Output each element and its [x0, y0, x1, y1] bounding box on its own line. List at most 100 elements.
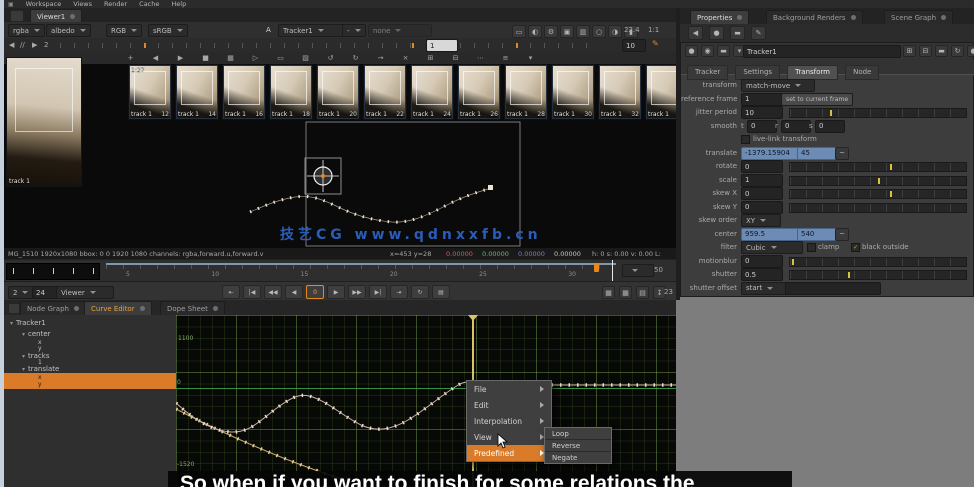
play-backward-fast-button[interactable]: ◀◀ — [264, 285, 282, 299]
wipe-mode-dropdown[interactable]: - — [342, 24, 366, 37]
transform-dropdown[interactable]: match-move — [741, 79, 815, 92]
viewer-tab[interactable]: Viewer1 — [30, 9, 82, 23]
next-keyframe-button[interactable]: ▶| — [369, 285, 387, 299]
zoom-level[interactable]: 22.4 — [624, 26, 640, 34]
clamp-checkbox[interactable] — [807, 243, 816, 252]
custom-shutter-offset-field[interactable] — [785, 282, 881, 295]
tracker-tool-icon[interactable]: ▭ — [276, 54, 285, 63]
animation-menu-button[interactable]: ~ — [835, 147, 849, 160]
viewer-tool-icon[interactable]: ⚙ — [544, 25, 558, 38]
tracker-tool-icon[interactable]: + — [126, 54, 135, 63]
keyframe-thumbnail[interactable]: track 1 14 — [175, 64, 219, 120]
tab-close-icon[interactable] — [737, 15, 742, 20]
livelink-checkbox[interactable] — [741, 135, 750, 144]
goto-end-button[interactable]: ⇥ — [390, 285, 408, 299]
playback-viewer-dropdown[interactable]: Viewer — [56, 286, 114, 299]
menu-item-predefined[interactable]: Predefined — [467, 445, 551, 461]
submenu-item-reverse[interactable]: Reverse — [545, 439, 611, 451]
tab-node-graph[interactable]: Node Graph — [20, 301, 86, 315]
viewer-tool-icon[interactable]: ▣ — [560, 25, 574, 38]
playback-mode-button[interactable]: ▤ — [432, 285, 450, 299]
filter-dropdown[interactable]: Cubic — [741, 241, 803, 254]
playhead-grab-icon[interactable] — [468, 315, 478, 321]
translate-x-field[interactable]: -1379.15904 — [741, 147, 801, 160]
panel-header-icon[interactable]: ◉ — [701, 45, 714, 57]
viewer-tool-icon[interactable]: ◐ — [528, 25, 542, 38]
tree-node-translate-y[interactable]: y — [38, 381, 42, 388]
viewer-option-icon[interactable]: ▦ — [602, 286, 615, 299]
tree-selection[interactable]: x y — [4, 373, 176, 389]
shutter-offset-dropdown[interactable]: start — [741, 282, 789, 295]
rotate-field[interactable]: 0 — [741, 160, 783, 173]
set-to-current-frame-button[interactable]: set to current frame — [781, 93, 853, 106]
panel-header-icon[interactable]: ▬ — [935, 45, 948, 57]
keyframe-thumbnail[interactable]: track 1 16 — [222, 64, 266, 120]
viewer-tool-icon[interactable]: ▭ — [512, 25, 526, 38]
properties-toolbar-icon[interactable]: ◀ — [688, 26, 703, 40]
tab-close-icon[interactable] — [74, 306, 79, 311]
layer-dropdown[interactable]: rgba — [8, 24, 45, 37]
smooth-r-field[interactable]: 0 — [781, 120, 811, 133]
timeline-playhead[interactable] — [612, 260, 613, 282]
tab-scene-graph[interactable]: Scene Graph — [884, 10, 953, 24]
submenu-item-negate[interactable]: Negate — [545, 451, 611, 463]
properties-toolbar-icon[interactable]: ▬ — [730, 26, 745, 40]
tracker-tool-icon[interactable]: ↺ — [326, 54, 335, 63]
scale-field[interactable]: 1 — [741, 174, 783, 187]
range-dropdown[interactable] — [622, 264, 654, 277]
menu-item-view[interactable]: View — [467, 429, 551, 445]
tracker-tool-icon[interactable]: ≡ — [501, 54, 510, 63]
roi-field[interactable]: 10 — [622, 39, 646, 52]
prev-key-button[interactable]: ◀ — [9, 41, 14, 49]
panel-header-icon[interactable]: ▬ — [717, 45, 730, 57]
animation-menu-button[interactable]: ~ — [835, 228, 849, 241]
panel-header-icon[interactable]: ● — [685, 45, 698, 57]
panel-header-icon[interactable]: ⊟ — [919, 45, 932, 57]
tab-close-icon[interactable] — [851, 15, 856, 20]
keyframe-marker[interactable] — [412, 43, 414, 48]
b-buffer-dropdown[interactable]: none — [368, 24, 432, 37]
tab-close-icon[interactable] — [941, 15, 946, 20]
tab-properties[interactable]: Properties — [690, 10, 749, 24]
tracker-tool-icon[interactable]: ▷ — [251, 54, 260, 63]
tab-close-icon[interactable] — [70, 14, 75, 19]
menu-item-edit[interactable]: Edit — [467, 397, 551, 413]
frame-increment-dropdown[interactable]: 2 — [8, 286, 33, 299]
keyframe-thumbnail[interactable]: track 1 30 — [551, 64, 595, 120]
viewer-tool-icon[interactable]: ◑ — [608, 25, 622, 38]
smooth-t-field[interactable]: 0 — [747, 120, 777, 133]
shutter-field[interactable]: 0.5 — [741, 268, 783, 281]
reference-frame-field[interactable]: 1 — [741, 93, 783, 106]
skew-x-field[interactable]: 0 — [741, 187, 783, 200]
tree-node-tracker1[interactable]: ▾Tracker1 — [10, 319, 46, 327]
black-outside-checkbox[interactable]: ✓ — [851, 243, 860, 252]
tracker-tool-icon[interactable]: ↻ — [351, 54, 360, 63]
menu-item-interpolation[interactable]: Interpolation — [467, 413, 551, 429]
keyframe-thumbnail[interactable]: track 1 26 — [457, 64, 501, 120]
pane-menu-icon[interactable] — [10, 10, 24, 22]
layer2-dropdown[interactable]: albedo — [46, 24, 91, 37]
tracker-tool-icon[interactable]: → — [376, 54, 385, 63]
skew-y-field[interactable]: 0 — [741, 201, 783, 214]
panel-header-icon[interactable]: ↻ — [951, 45, 964, 57]
skew-x-slider[interactable] — [789, 189, 967, 199]
tracker-tool-icon[interactable]: ▦ — [226, 54, 235, 63]
skew-y-slider[interactable] — [789, 203, 967, 213]
tab-node[interactable]: Node — [845, 65, 879, 80]
display-channels-dropdown[interactable]: RGB — [106, 24, 142, 37]
pane-menu-icon[interactable] — [8, 303, 20, 314]
menu-item[interactable]: Render — [104, 0, 127, 8]
tracker-tool-icon[interactable]: ▧ — [301, 54, 310, 63]
frame-range-box[interactable] — [6, 263, 100, 280]
timeline-ruler[interactable]: 51015202530 — [106, 263, 616, 280]
tree-node-translate-x[interactable]: x — [38, 374, 42, 381]
loop-mode-button[interactable]: ↻ — [411, 285, 429, 299]
keyframe-thumbnail[interactable]: track 1 22 — [363, 64, 407, 120]
keyframe-marker[interactable] — [516, 43, 518, 48]
tree-node-center-y[interactable]: y — [38, 345, 42, 352]
motionblur-field[interactable]: 0 — [741, 255, 783, 268]
tracker-tool-icon[interactable]: ▾ — [526, 54, 535, 63]
keyframe-thumbnail[interactable]: track 1 20 — [316, 64, 360, 120]
panel-header-icon[interactable]: ⊞ — [903, 45, 916, 57]
keyframe-tickstrip[interactable] — [60, 43, 420, 48]
